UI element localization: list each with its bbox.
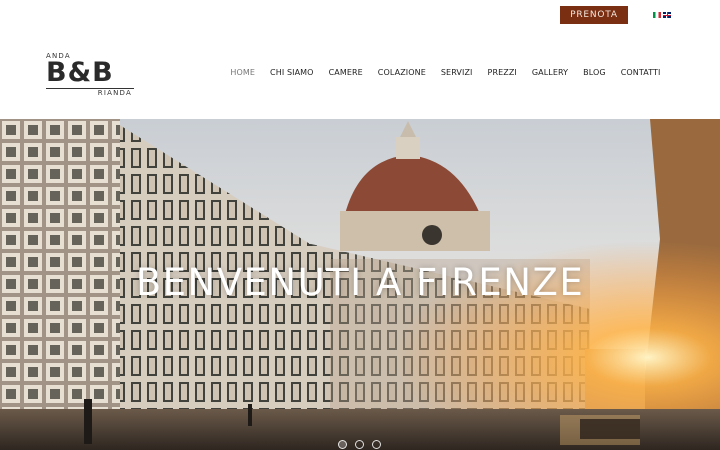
top-bar: PRENOTA — [0, 0, 720, 32]
nav-chi-siamo[interactable]: CHI SIAMO — [263, 68, 322, 77]
uk-flag-icon[interactable] — [663, 12, 671, 18]
nav-blog[interactable]: BLOG — [576, 68, 614, 77]
language-switcher — [653, 12, 671, 18]
main-nav: HOME CHI SIAMO CAMERE COLAZIONE SERVIZI … — [223, 68, 668, 77]
logo-bottom-text: RIANDA — [97, 89, 132, 97]
slider-dot-1[interactable] — [338, 440, 347, 449]
nav-camere[interactable]: CAMERE — [321, 68, 370, 77]
hero-slider[interactable]: BENVENUTI A FIRENZE — [0, 119, 720, 450]
logo-main-text: B&B — [46, 57, 114, 88]
nav-prezzi[interactable]: PREZZI — [480, 68, 524, 77]
slider-dot-2[interactable] — [355, 440, 364, 449]
nav-contatti[interactable]: CONTATTI — [613, 68, 668, 77]
site-logo[interactable]: ANDA B&B RIANDA — [44, 50, 136, 100]
book-button[interactable]: PRENOTA — [560, 6, 628, 24]
slider-dot-3[interactable] — [372, 440, 381, 449]
nav-colazione[interactable]: COLAZIONE — [370, 68, 433, 77]
nav-gallery[interactable]: GALLERY — [524, 68, 575, 77]
slider-pagination — [338, 440, 381, 449]
italy-flag-icon[interactable] — [653, 12, 661, 18]
nav-servizi[interactable]: SERVIZI — [433, 68, 480, 77]
site-header: ANDA B&B RIANDA HOME CHI SIAMO CAMERE CO… — [0, 32, 720, 119]
nav-home[interactable]: HOME — [223, 68, 263, 77]
hero-title: BENVENUTI A FIRENZE — [135, 261, 585, 304]
